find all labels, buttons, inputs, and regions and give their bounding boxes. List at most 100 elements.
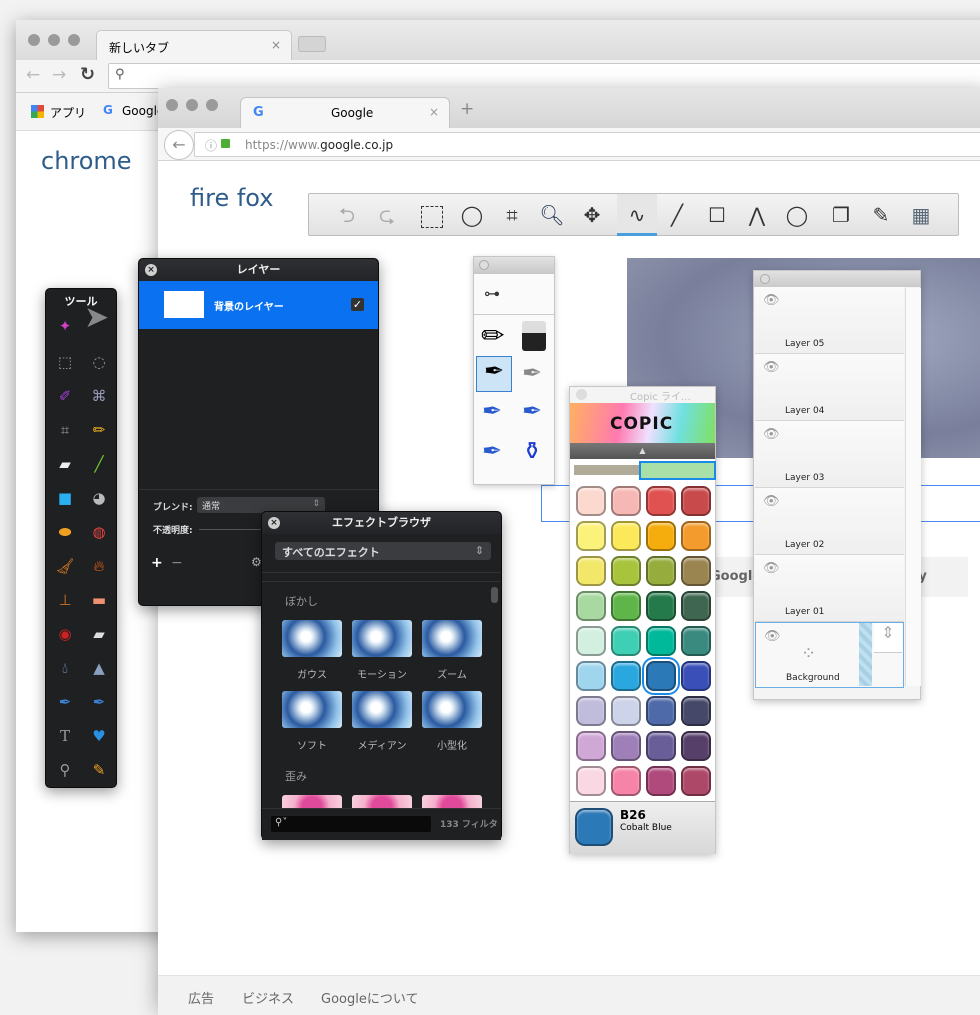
airbrush-icon[interactable]: ✒ [482,437,502,465]
eye-icon[interactable]: 👁︎ [763,494,780,509]
layer-row[interactable]: 👁︎ Layer 01 [755,555,904,622]
color-swatch[interactable] [646,556,676,586]
url-bar[interactable]: ⓘ https://www.google.co.jp [194,132,980,157]
freehand-icon[interactable]: ∿ [617,194,657,236]
stamp-icon[interactable]: ⊥ [54,589,76,611]
color-swatch[interactable] [681,591,711,621]
footer-link-ads[interactable]: 広告 [188,988,214,1007]
scrollbar[interactable] [905,288,921,686]
zoom-button[interactable] [206,99,218,111]
color-swatch[interactable] [576,696,606,726]
close-icon[interactable]: × [268,517,280,529]
redo-icon[interactable]: ⮎ [367,194,407,236]
color-swatch[interactable] [576,661,606,691]
back-icon[interactable]: ← [26,65,40,85]
fineliner-brush-icon[interactable]: ✒ [522,359,542,387]
footer-link-business[interactable]: ビジネス [242,988,294,1007]
new-tab-button[interactable] [298,36,326,52]
blur-drop-icon[interactable]: 💧︎ [54,657,76,679]
gradient-icon[interactable]: ◍ [88,521,110,543]
palette-icon[interactable]: ▦ [901,194,941,236]
ink-bottle-icon[interactable]: ⚱ [522,437,542,465]
remove-layer-button[interactable]: − [171,555,183,571]
color-swatch[interactable] [611,626,641,656]
tab-close-icon[interactable]: × [429,105,439,119]
rectangle-icon[interactable]: ☐ [697,194,737,236]
rect-select-icon[interactable] [412,194,452,236]
effect-thumb-miniature[interactable] [422,691,482,728]
eye-icon[interactable]: 👁︎ [763,360,780,375]
layer-row[interactable]: 👁︎ Layer 02 [755,488,904,555]
pen-icon[interactable]: ✒ [54,691,76,713]
shape-heart-icon[interactable]: ♥ [88,725,110,747]
eyedropper-icon[interactable]: ✎ [88,759,110,781]
new-tab-button[interactable]: + [460,99,474,119]
pencil-brush-icon[interactable]: ✏ [481,319,504,352]
effect-thumb-soft[interactable] [282,691,342,728]
color-swatch[interactable] [611,731,641,761]
opacity-slider[interactable] [199,529,269,530]
collapse-toggle[interactable]: ▲ [570,443,715,459]
text-icon[interactable]: T [54,725,76,747]
close-icon[interactable] [760,274,770,284]
tab-new-tab[interactable]: 新しいタブ × [96,30,292,60]
marker-icon[interactable]: ✐ [54,385,76,407]
reorder-icon[interactable]: ⇕ [874,623,902,653]
color-swatch[interactable] [576,486,606,516]
close-icon[interactable] [576,389,587,400]
effect-thumb[interactable] [422,795,482,808]
color-swatch[interactable] [611,486,641,516]
effect-thumb[interactable] [352,795,412,808]
tab-close-icon[interactable]: × [271,38,281,52]
fill-rect-icon[interactable]: ■ [54,487,76,509]
color-swatch[interactable] [646,591,676,621]
magic-wand-icon[interactable]: ✦ [54,315,76,337]
close-button[interactable] [166,99,178,111]
footer-link-about[interactable]: Googleについて [321,988,418,1007]
forward-icon[interactable]: → [52,65,66,85]
color-swatch-selected[interactable] [646,661,676,691]
minimize-button[interactable] [186,99,198,111]
ellipse-select-icon[interactable]: ◌ [88,351,110,373]
color-swatch[interactable] [576,731,606,761]
pen-brush-icon-selected[interactable]: ✒ [476,356,512,392]
tab-google[interactable]: G Google × [240,97,450,128]
sliders-icon[interactable]: ⊶ [484,284,500,303]
color-swatch[interactable] [576,556,606,586]
eye-icon[interactable]: 👁︎ [763,561,780,576]
color-swatch[interactable] [611,521,641,551]
eraser-icon[interactable]: ▰ [54,453,76,475]
eye-icon[interactable]: 👁︎ [763,427,780,442]
effect-thumb-median[interactable] [352,691,412,728]
add-layer-button[interactable]: + [151,555,163,571]
brushes-icon[interactable]: ✎ [861,194,901,236]
color-swatch[interactable] [681,486,711,516]
blue-marker-brush-icon[interactable]: ✒ [522,397,542,425]
color-swatch[interactable] [646,731,676,761]
color-swatch[interactable] [646,766,676,796]
red-eye-icon[interactable]: ◉ [54,623,76,645]
burn-icon[interactable]: 🔥︎ [88,555,110,577]
layers-icon[interactable]: ❐ [821,194,861,236]
omnibox[interactable]: ⚲ [108,63,980,89]
rect-select-icon[interactable]: ⬚ [54,351,76,373]
line-icon[interactable]: ╱ [657,194,697,236]
freeform-pen-icon[interactable]: ✒ [88,691,110,713]
sharpen-icon[interactable]: ▲ [88,657,110,679]
paint-bucket-icon[interactable]: ◕ [88,487,110,509]
move-icon[interactable]: ✥ [572,194,612,236]
effect-search-input[interactable]: ⚲˅ [271,816,431,832]
marker-brush-icon[interactable] [522,321,546,351]
color-swatch[interactable] [576,766,606,796]
smudge-icon[interactable]: 🧹︎ [54,555,76,577]
layer-row[interactable]: 👁︎ Layer 03 [755,421,904,488]
opacity-bar[interactable] [859,623,872,686]
info-icon[interactable]: ⓘ [205,137,217,154]
color-swatch[interactable] [681,521,711,551]
layer-row[interactable]: 👁︎ Layer 05 [755,287,904,354]
color-swatch[interactable] [576,591,606,621]
polyline-icon[interactable]: ⋀ [737,194,777,236]
effect-thumb[interactable] [282,795,342,808]
color-swatch[interactable] [611,696,641,726]
color-swatch[interactable] [646,696,676,726]
